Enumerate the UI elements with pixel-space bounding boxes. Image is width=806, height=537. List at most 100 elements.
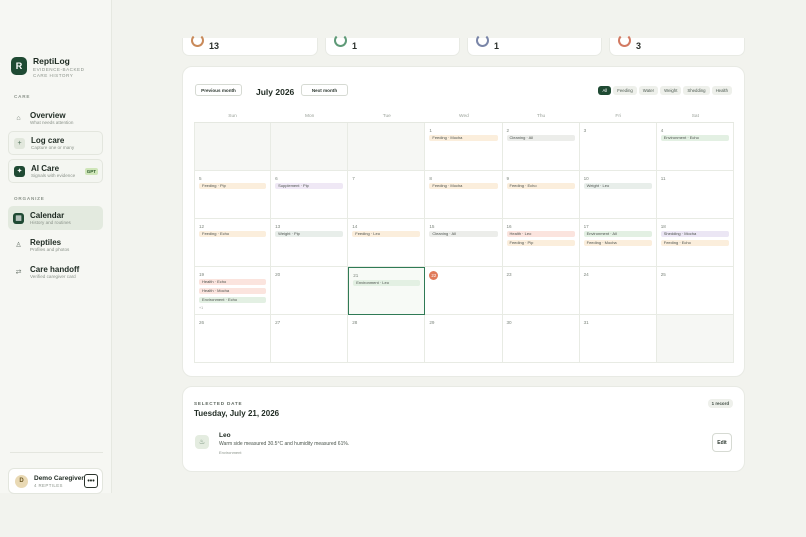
- more-icon[interactable]: •••: [84, 474, 98, 488]
- weekday-label: Mon: [305, 114, 315, 119]
- calendar-day[interactable]: 27: [271, 315, 349, 363]
- stat-value: 3: [636, 41, 642, 51]
- calendar-day[interactable]: 25: [656, 267, 734, 315]
- calendar-day[interactable]: 11: [656, 171, 734, 219]
- day-number: 21: [353, 273, 359, 278]
- calendar-event-health[interactable]: Health · Leo: [506, 231, 575, 237]
- calendar-event-feeding[interactable]: Feeding · Echo: [660, 240, 729, 246]
- calendar-day[interactable]: 19 Health · Echo Health · Mocha Environment…: [194, 267, 272, 315]
- sidebar-item-ai-care[interactable]: ✦ AI Care Signals with evidence GPT: [8, 159, 103, 183]
- calendar-day[interactable]: 3: [579, 123, 657, 171]
- calendar-day[interactable]: 1 Feeding · Mocha: [425, 123, 503, 171]
- calendar-day-empty: [348, 123, 426, 171]
- more-events-link[interactable]: +1: [199, 306, 266, 310]
- calendar-day[interactable]: 12 Feeding · Echo: [194, 219, 272, 267]
- calendar-day[interactable]: 29: [425, 315, 503, 363]
- previous-month-button[interactable]: Previous month: [195, 84, 242, 96]
- calendar-event-feeding[interactable]: Feeding · Mocha: [429, 135, 498, 141]
- calendar-event-weight[interactable]: Weight · Leo: [583, 183, 652, 189]
- day-number: 24: [583, 272, 589, 277]
- sidebar-item-label: Overview: [30, 110, 66, 120]
- calendar-event-feeding[interactable]: Feeding · Pip: [506, 240, 575, 246]
- calendar-day[interactable]: 7: [348, 171, 426, 219]
- calendar-day[interactable]: 21 Environment · Leo: [348, 267, 426, 315]
- calendar-event-feeding[interactable]: Feeding · Mocha: [583, 240, 652, 246]
- calendar-day[interactable]: 6 Supplement · Pip: [271, 171, 349, 219]
- calendar-event-environment[interactable]: Environment · Leo: [353, 280, 421, 286]
- day-number: 12: [199, 224, 205, 229]
- calendar-event-health[interactable]: Health · Echo: [199, 279, 267, 285]
- calendar-event-feeding[interactable]: Feeding · Echo: [506, 183, 575, 189]
- calendar-day[interactable]: 10 Weight · Leo: [579, 171, 657, 219]
- calendar-event-supplement[interactable]: Supplement · Pip: [275, 183, 344, 189]
- calendar-day[interactable]: 4 Environment · Echo: [656, 123, 734, 171]
- edit-record-button[interactable]: Edit: [712, 433, 732, 452]
- calendar-day[interactable]: 22: [425, 267, 503, 315]
- calendar-day[interactable]: 17 Environment · All Feeding · Mocha: [579, 219, 657, 267]
- calendar-day[interactable]: 28: [348, 315, 426, 363]
- calendar-day-empty: [194, 123, 272, 171]
- calendar-day[interactable]: 14 Feeding · Leo: [348, 219, 426, 267]
- calendar-event-health[interactable]: Health · Mocha: [199, 288, 267, 294]
- stat-card[interactable]: 3: [609, 34, 745, 56]
- filter-chip-health[interactable]: Health: [711, 86, 732, 95]
- day-number: 9: [506, 176, 510, 181]
- calendar-event-feeding[interactable]: Feeding · Pip: [199, 183, 267, 189]
- calendar-day[interactable]: 18 Shedding · Mocha Feeding · Echo: [656, 219, 734, 267]
- sidebar-item-care-handoff[interactable]: ⇄ Care handoff Verified caregiver card: [8, 260, 103, 284]
- calendar-event-weight[interactable]: Weight · Pip: [275, 231, 344, 237]
- calendar-event-shedding[interactable]: Shedding · Mocha: [660, 231, 729, 237]
- sidebar-item-reptiles[interactable]: ♙ Reptiles Profiles and photos: [8, 233, 103, 257]
- calendar-day[interactable]: 16 Health · Leo Feeding · Pip: [502, 219, 580, 267]
- calendar-day[interactable]: 30: [502, 315, 580, 363]
- calendar-event-feeding[interactable]: Feeding · Echo: [199, 231, 267, 237]
- calendar-day[interactable]: 5 Feeding · Pip: [194, 171, 272, 219]
- day-number: 23: [506, 272, 512, 277]
- calendar-day[interactable]: 15 Cleaning · All: [425, 219, 503, 267]
- section-label-care: CARE: [14, 94, 31, 99]
- sidebar-item-log-care[interactable]: + Log care Capture one or many: [8, 131, 103, 155]
- logo-icon: R: [11, 57, 27, 75]
- record-category: Environment: [219, 450, 242, 455]
- day-number: 1: [429, 128, 432, 133]
- stat-card[interactable]: 1: [325, 34, 460, 56]
- calendar-day[interactable]: 13 Weight · Pip: [271, 219, 349, 267]
- user-card[interactable]: D Demo Caregiver 4 REPTILES •••: [8, 468, 103, 494]
- calendar-event-cleaning[interactable]: Cleaning · All: [429, 231, 498, 237]
- calendar-day[interactable]: 2 Cleaning · All: [502, 123, 580, 171]
- weekday-label: Wed: [459, 114, 469, 119]
- filter-chip-weight[interactable]: Weight: [660, 86, 682, 95]
- calendar-event-feeding[interactable]: Feeding · Mocha: [429, 183, 498, 189]
- month-title: July 2026: [256, 87, 295, 97]
- filter-chip-water[interactable]: Water: [638, 86, 659, 95]
- calendar-event-environment[interactable]: Environment · All: [583, 231, 652, 237]
- calendar-day[interactable]: 20: [271, 267, 349, 315]
- brand-tagline: EVIDENCE-BACKED CARE HISTORY: [33, 67, 85, 78]
- calendar-event-cleaning[interactable]: Cleaning · All: [506, 135, 575, 141]
- sidebar-divider: [10, 452, 103, 453]
- next-month-button[interactable]: Next month: [301, 84, 348, 96]
- calendar-week: 5 Feeding · Pip 6 Supplement · Pip 7 8 Feeding…: [194, 171, 734, 219]
- filter-chip-feeding[interactable]: Feeding: [613, 86, 637, 95]
- stat-card[interactable]: 1: [467, 34, 602, 56]
- user-name: Demo Caregiver: [34, 474, 84, 482]
- sidebar-item-calendar[interactable]: ▦ Calendar History and routines: [8, 206, 103, 230]
- sidebar-item-overview[interactable]: ⌂ Overview What needs attention: [8, 106, 103, 130]
- calendar-day[interactable]: 9 Feeding · Echo: [502, 171, 580, 219]
- swap-icon: ⇄: [15, 269, 22, 276]
- stat-value: 1: [494, 41, 500, 51]
- filter-chip-shedding[interactable]: Shedding: [683, 86, 710, 95]
- sidebar-item-label: Reptiles: [30, 237, 62, 247]
- calendar-day[interactable]: 31: [579, 315, 657, 363]
- brand[interactable]: R ReptiLog EVIDENCE-BACKED CARE HISTORY: [11, 56, 99, 78]
- calendar-event-feeding[interactable]: Feeding · Leo: [352, 231, 421, 237]
- calendar-day[interactable]: 23: [502, 267, 580, 315]
- day-number: 5: [199, 176, 202, 181]
- calendar-event-environment[interactable]: Environment · Echo: [199, 297, 267, 303]
- calendar-day[interactable]: 26: [194, 315, 272, 363]
- calendar-event-environment[interactable]: Environment · Echo: [660, 135, 729, 141]
- stat-card[interactable]: 13: [182, 34, 318, 56]
- filter-chip-all[interactable]: All: [598, 86, 612, 95]
- calendar-day[interactable]: 8 Feeding · Mocha: [425, 171, 503, 219]
- calendar-day[interactable]: 24: [579, 267, 657, 315]
